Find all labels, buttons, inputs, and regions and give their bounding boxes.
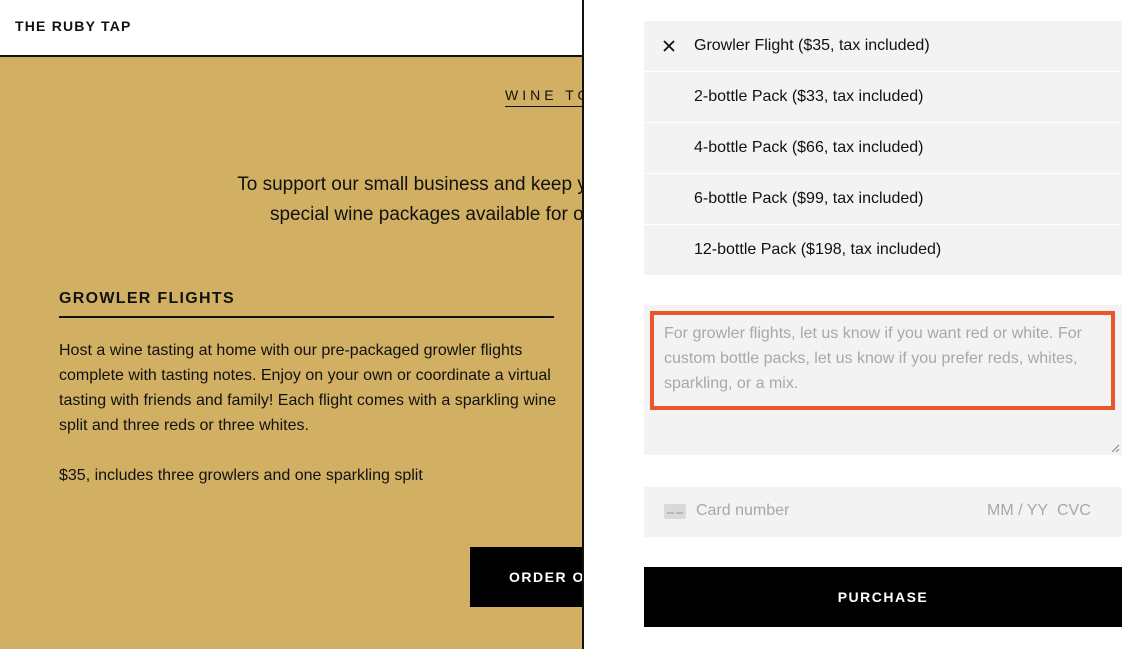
close-icon[interactable] — [662, 39, 676, 53]
intro-text: To support our small business and keep y… — [160, 170, 583, 230]
option-label: 4-bottle Pack ($66, tax included) — [694, 139, 924, 156]
card-input[interactable]: Card number MM / YY CVC — [644, 487, 1122, 537]
background-page: THE RUBY TAP WINE TO To support our smal… — [0, 0, 583, 649]
card-cvc-field[interactable]: CVC — [1057, 502, 1091, 520]
purchase-button[interactable]: PURCHASE — [644, 567, 1122, 627]
option-2-bottle-pack[interactable]: 2-bottle Pack ($33, tax included) — [644, 72, 1122, 123]
growler-flights-price: $35, includes three growlers and one spa… — [59, 467, 423, 484]
site-logo[interactable]: THE RUBY TAP — [15, 18, 132, 34]
order-online-button[interactable]: ORDER ON — [470, 547, 583, 607]
option-growler-flight[interactable]: Growler Flight ($35, tax included) — [644, 21, 1122, 72]
option-12-bottle-pack[interactable]: 12-bottle Pack ($198, tax included) — [644, 225, 1122, 276]
intro-line-1: To support our small business and keep y… — [237, 174, 583, 195]
resize-grip-icon[interactable] — [1111, 444, 1120, 453]
option-4-bottle-pack[interactable]: 4-bottle Pack ($66, tax included) — [644, 123, 1122, 174]
growler-flights-description: Host a wine tasting at home with our pre… — [59, 342, 557, 434]
option-label: 12-bottle Pack ($198, tax included) — [694, 241, 942, 258]
option-label: 2-bottle Pack ($33, tax included) — [694, 88, 924, 105]
card-expiry-field[interactable]: MM / YY — [987, 502, 1048, 520]
intro-line-2: special wine packages available for or — [269, 204, 583, 225]
option-6-bottle-pack[interactable]: 6-bottle Pack ($99, tax included) — [644, 174, 1122, 225]
order-drawer: Growler Flight ($35, tax included) 2-bot… — [584, 0, 1143, 649]
option-label: 6-bottle Pack ($99, tax included) — [694, 190, 924, 207]
growler-flights-heading: GROWLER FLIGHTS — [59, 290, 554, 318]
card-number-field[interactable]: Card number — [696, 502, 789, 520]
order-notes-textarea[interactable] — [650, 311, 1115, 410]
option-label: Growler Flight ($35, tax included) — [694, 37, 930, 54]
site-header: THE RUBY TAP — [0, 0, 583, 57]
notes-container — [644, 305, 1122, 455]
credit-card-icon — [664, 504, 686, 519]
section-kicker[interactable]: WINE TO — [505, 87, 583, 107]
product-options-list: Growler Flight ($35, tax included) 2-bot… — [644, 21, 1122, 276]
